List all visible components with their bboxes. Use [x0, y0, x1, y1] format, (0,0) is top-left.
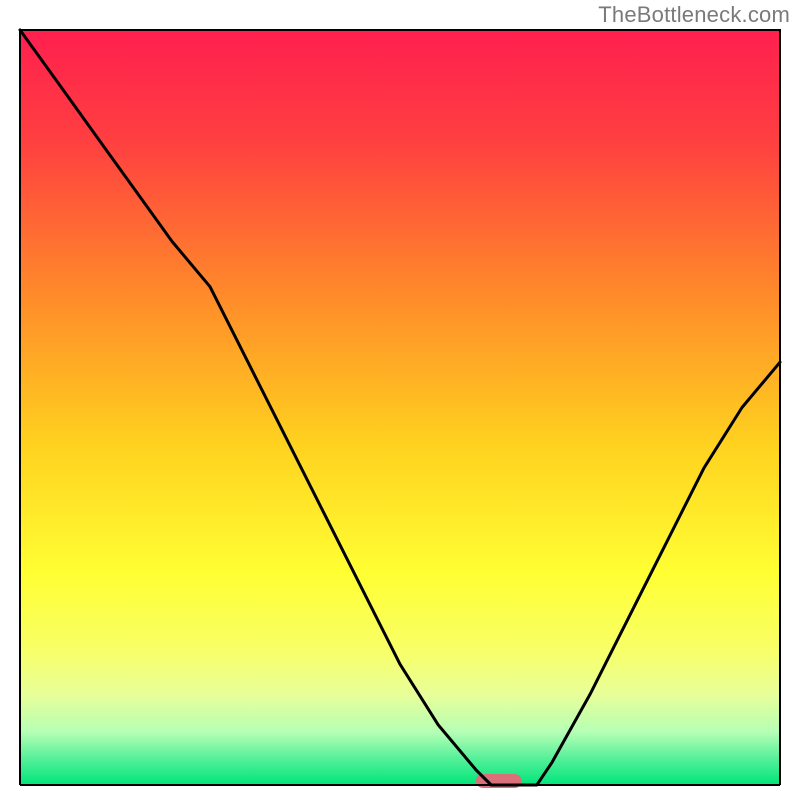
bottleneck-chart	[0, 0, 800, 800]
chart-container: TheBottleneck.com	[0, 0, 800, 800]
watermark-text: TheBottleneck.com	[598, 2, 790, 28]
plot-background	[20, 30, 780, 785]
